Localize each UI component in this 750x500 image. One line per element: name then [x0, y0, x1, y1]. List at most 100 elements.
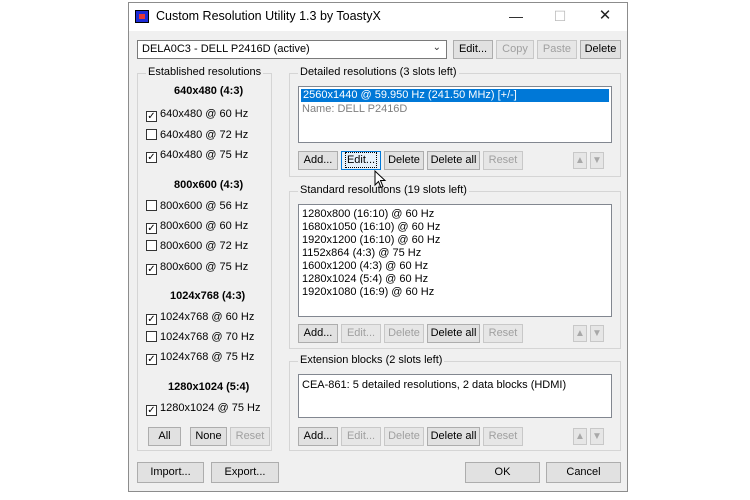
- move-up-icon[interactable]: ▲: [573, 325, 587, 342]
- detailed-add-button[interactable]: Add...: [298, 151, 338, 170]
- ok-button[interactable]: OK: [465, 462, 540, 483]
- checkbox-1024x768-75[interactable]: ✓ 1024x768 @ 75 Hz: [146, 350, 255, 365]
- extension-reset-button[interactable]: Reset: [483, 427, 523, 446]
- cancel-button[interactable]: Cancel: [546, 462, 621, 483]
- checkbox-box[interactable]: [146, 240, 157, 251]
- detailed-reset-button[interactable]: Reset: [483, 151, 523, 170]
- maximize-icon[interactable]: ☐: [547, 6, 573, 26]
- checkbox-label: 640x480 @ 60 Hz: [160, 108, 249, 120]
- move-down-icon[interactable]: ▼: [590, 428, 604, 445]
- detailed-resolutions-title: Detailed resolutions (3 slots left): [298, 66, 459, 78]
- monitor-copy-button[interactable]: Copy: [496, 40, 534, 59]
- export-button[interactable]: Export...: [211, 462, 279, 483]
- standard-resolutions-list[interactable]: 1280x800 (16:10) @ 60 Hz 1680x1050 (16:1…: [298, 204, 612, 317]
- mouse-cursor-icon: [374, 169, 387, 189]
- list-item[interactable]: 1920x1080 (16:9) @ 60 Hz: [302, 286, 434, 299]
- move-down-icon[interactable]: ▼: [590, 152, 604, 169]
- group-header-800x600: 800x600 (4:3): [174, 179, 244, 191]
- checkbox-box[interactable]: ✓: [146, 405, 157, 416]
- checkbox-640x480-72[interactable]: 640x480 @ 72 Hz: [146, 128, 248, 142]
- extension-delete-button[interactable]: Delete: [384, 427, 424, 446]
- minimize-icon[interactable]: —: [503, 6, 529, 26]
- standard-add-button[interactable]: Add...: [298, 324, 338, 343]
- extension-blocks-list[interactable]: CEA-861: 5 detailed resolutions, 2 data …: [298, 374, 612, 418]
- checkbox-800x600-72[interactable]: 800x600 @ 72 Hz: [146, 239, 248, 253]
- detailed-resolutions-list[interactable]: 2560x1440 @ 59.950 Hz (241.50 MHz) [+/-]…: [298, 86, 612, 143]
- checkbox-800x600-56[interactable]: 800x600 @ 56 Hz: [146, 199, 248, 213]
- list-item[interactable]: Name: DELL P2416D: [302, 103, 407, 116]
- checkbox-label: 1024x768 @ 60 Hz: [160, 311, 255, 323]
- extension-edit-button[interactable]: Edit...: [341, 427, 381, 446]
- checkbox-label: 800x600 @ 60 Hz: [160, 220, 249, 232]
- checkbox-1280x1024-75[interactable]: ✓ 1280x1024 @ 75 Hz: [146, 401, 261, 416]
- established-reset-button[interactable]: Reset: [230, 427, 270, 446]
- extension-blocks-group: Extension blocks (2 slots left) CEA-861:…: [289, 354, 621, 451]
- checkbox-800x600-60[interactable]: ✓ 800x600 @ 60 Hz: [146, 219, 249, 234]
- standard-reset-button[interactable]: Reset: [483, 324, 523, 343]
- list-item[interactable]: 1280x800 (16:10) @ 60 Hz: [302, 208, 434, 221]
- standard-delete-button[interactable]: Delete: [384, 324, 424, 343]
- checkbox-label: 1024x768 @ 75 Hz: [160, 351, 255, 363]
- checkbox-box[interactable]: ✓: [146, 223, 157, 234]
- checkbox-box[interactable]: [146, 129, 157, 140]
- checkbox-box[interactable]: ✓: [146, 111, 157, 122]
- checkbox-label: 1024x768 @ 70 Hz: [160, 331, 255, 343]
- standard-edit-button[interactable]: Edit...: [341, 324, 381, 343]
- checkbox-800x600-75[interactable]: ✓ 800x600 @ 75 Hz: [146, 260, 249, 275]
- main-window: Custom Resolution Utility 1.3 by ToastyX…: [128, 2, 628, 492]
- monitor-delete-button[interactable]: Delete: [580, 40, 621, 59]
- list-item[interactable]: 1600x1200 (4:3) @ 60 Hz: [302, 260, 428, 273]
- detailed-edit-label: Edit...: [344, 152, 378, 168]
- checkbox-label: 1280x1024 @ 75 Hz: [160, 402, 261, 414]
- app-icon: [135, 10, 149, 23]
- move-up-icon[interactable]: ▲: [573, 428, 587, 445]
- checkbox-label: 640x480 @ 75 Hz: [160, 149, 249, 161]
- list-item[interactable]: 1152x864 (4:3) @ 75 Hz: [302, 247, 421, 260]
- window-title: Custom Resolution Utility 1.3 by ToastyX: [156, 9, 381, 23]
- move-up-icon[interactable]: ▲: [573, 152, 587, 169]
- monitor-edit-button[interactable]: Edit...: [453, 40, 493, 59]
- list-item[interactable]: 1680x1050 (16:10) @ 60 Hz: [302, 221, 440, 234]
- standard-resolutions-group: Standard resolutions (19 slots left) 128…: [289, 184, 621, 349]
- checkbox-640x480-75[interactable]: ✓ 640x480 @ 75 Hz: [146, 148, 249, 163]
- list-item[interactable]: 2560x1440 @ 59.950 Hz (241.50 MHz) [+/-]: [301, 89, 609, 102]
- detailed-edit-button[interactable]: Edit...: [341, 151, 381, 170]
- checkbox-label: 800x600 @ 72 Hz: [160, 240, 249, 252]
- checkbox-1024x768-60[interactable]: ✓ 1024x768 @ 60 Hz: [146, 310, 255, 325]
- extension-blocks-title: Extension blocks (2 slots left): [298, 354, 445, 366]
- checkbox-label: 800x600 @ 56 Hz: [160, 200, 249, 212]
- extension-delete-all-button[interactable]: Delete all: [427, 427, 480, 446]
- checkbox-box[interactable]: ✓: [146, 264, 157, 275]
- group-header-640x480: 640x480 (4:3): [174, 85, 244, 97]
- checkbox-box[interactable]: [146, 331, 157, 342]
- monitor-select[interactable]: DELA0C3 - DELL P2416D (active) ⌄: [137, 40, 447, 59]
- chevron-down-icon: ⌄: [432, 42, 441, 53]
- move-down-icon[interactable]: ▼: [590, 325, 604, 342]
- list-item[interactable]: 1280x1024 (5:4) @ 60 Hz: [302, 273, 428, 286]
- monitor-select-value: DELA0C3 - DELL P2416D (active): [142, 43, 310, 55]
- close-icon[interactable]: ✕: [592, 6, 618, 26]
- none-button[interactable]: None: [190, 427, 227, 446]
- list-item[interactable]: 1920x1200 (16:10) @ 60 Hz: [302, 234, 440, 247]
- checkbox-label: 640x480 @ 72 Hz: [160, 129, 249, 141]
- group-header-1280x1024: 1280x1024 (5:4): [168, 381, 250, 393]
- standard-delete-all-button[interactable]: Delete all: [427, 324, 480, 343]
- detailed-delete-button[interactable]: Delete: [384, 151, 424, 170]
- checkbox-box[interactable]: ✓: [146, 354, 157, 365]
- checkbox-box[interactable]: [146, 200, 157, 211]
- all-button[interactable]: All: [148, 427, 181, 446]
- established-resolutions-group: Established resolutions 640x480 (4:3) ✓ 6…: [137, 66, 272, 451]
- checkbox-box[interactable]: ✓: [146, 152, 157, 163]
- detailed-resolutions-group: Detailed resolutions (3 slots left) 2560…: [289, 66, 621, 177]
- detailed-delete-all-button[interactable]: Delete all: [427, 151, 480, 170]
- checkbox-1024x768-70[interactable]: 1024x768 @ 70 Hz: [146, 330, 254, 344]
- group-header-1024x768: 1024x768 (4:3): [170, 290, 246, 302]
- import-button[interactable]: Import...: [137, 462, 204, 483]
- checkbox-box[interactable]: ✓: [146, 314, 157, 325]
- monitor-paste-button[interactable]: Paste: [537, 40, 577, 59]
- established-resolutions-title: Established resolutions: [146, 66, 264, 78]
- list-item[interactable]: CEA-861: 5 detailed resolutions, 2 data …: [302, 379, 566, 392]
- extension-add-button[interactable]: Add...: [298, 427, 338, 446]
- checkbox-640x480-60[interactable]: ✓ 640x480 @ 60 Hz: [146, 107, 249, 122]
- checkbox-label: 800x600 @ 75 Hz: [160, 261, 249, 273]
